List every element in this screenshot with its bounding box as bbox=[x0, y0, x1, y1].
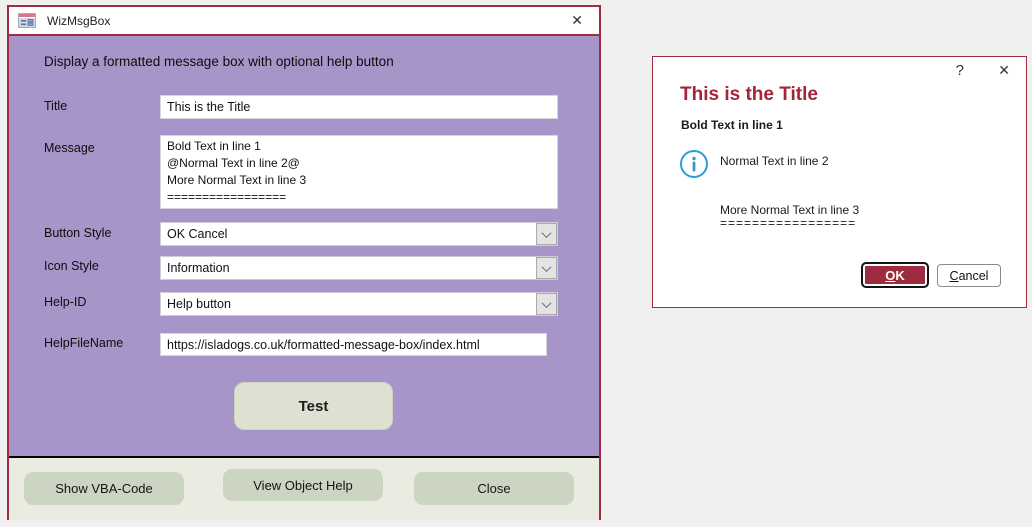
help-id-value: Help button bbox=[167, 297, 231, 311]
help-id-label: Help-ID bbox=[44, 295, 87, 309]
message-label: Message bbox=[44, 141, 95, 155]
icon-style-combobox[interactable]: Information bbox=[160, 256, 558, 280]
dialog-more-line: More Normal Text in line 3 bbox=[720, 203, 860, 217]
test-button[interactable]: Test bbox=[234, 382, 393, 430]
dialog-help-icon[interactable]: ? bbox=[956, 62, 964, 79]
close-button[interactable]: Close bbox=[414, 472, 574, 505]
title-input[interactable] bbox=[160, 95, 558, 119]
icon-style-dropdown-button[interactable] bbox=[536, 257, 557, 279]
window-titlebar: WizMsgBox ✕ bbox=[9, 7, 599, 34]
help-id-dropdown-button[interactable] bbox=[536, 293, 557, 315]
ok-button[interactable]: OK bbox=[861, 262, 929, 288]
message-box-dialog: ? ✕ This is the Title Bold Text in line … bbox=[652, 56, 1027, 308]
button-style-value: OK Cancel bbox=[167, 227, 228, 241]
button-style-label: Button Style bbox=[44, 226, 112, 240]
help-file-name-label: HelpFileName bbox=[44, 336, 124, 350]
chevron-down-icon bbox=[541, 297, 552, 308]
help-id-combobox[interactable]: Help button bbox=[160, 292, 558, 316]
icon-style-value: Information bbox=[167, 261, 230, 275]
icon-style-label: Icon Style bbox=[44, 259, 99, 273]
cancel-button[interactable]: Cancel bbox=[937, 264, 1001, 287]
window-title: WizMsgBox bbox=[47, 13, 111, 28]
form-body: Display a formatted message box with opt… bbox=[9, 36, 599, 456]
view-object-help-button[interactable]: View Object Help bbox=[223, 469, 383, 501]
button-style-dropdown-button[interactable] bbox=[536, 223, 557, 245]
button-style-combobox[interactable]: OK Cancel bbox=[160, 222, 558, 246]
chevron-down-icon bbox=[541, 227, 552, 238]
title-label: Title bbox=[44, 99, 68, 113]
dialog-normal-line: Normal Text in line 2 bbox=[720, 154, 829, 168]
dialog-close-icon[interactable]: ✕ bbox=[998, 62, 1010, 79]
dialog-bold-line: Bold Text in line 1 bbox=[681, 118, 783, 132]
help-file-name-input[interactable] bbox=[160, 333, 547, 356]
window-close-icon[interactable]: ✕ bbox=[571, 12, 583, 28]
chevron-down-icon bbox=[541, 261, 552, 272]
show-vba-code-button[interactable]: Show VBA-Code bbox=[24, 472, 184, 505]
form-heading: Display a formatted message box with opt… bbox=[44, 54, 394, 69]
dialog-equals-line: ================= bbox=[720, 216, 857, 230]
wizmsgbox-window: WizMsgBox ✕ Display a formatted message … bbox=[7, 5, 601, 520]
footer-bar: Show VBA-Code View Object Help Close bbox=[9, 458, 599, 520]
form-icon bbox=[18, 13, 36, 28]
information-icon bbox=[680, 150, 708, 178]
dialog-title: This is the Title bbox=[680, 84, 818, 105]
message-input[interactable] bbox=[160, 135, 558, 209]
